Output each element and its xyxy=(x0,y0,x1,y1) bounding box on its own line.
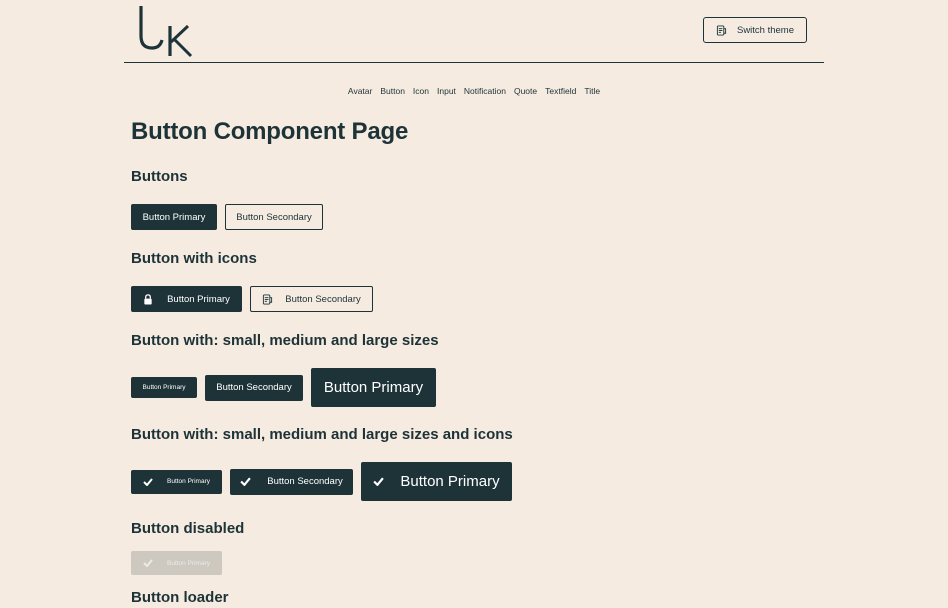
size-icon-buttons-row: Button Primary Button Secondary Button P… xyxy=(131,462,512,501)
button-large[interactable]: Button Primary xyxy=(311,368,436,407)
check-icon xyxy=(143,559,153,567)
switch-theme-label: Switch theme xyxy=(736,24,795,36)
lock-icon xyxy=(143,293,153,305)
page-title: Button Component Page xyxy=(131,118,409,145)
button-small-with-icon[interactable]: Button Primary xyxy=(131,469,222,494)
button-medium-with-icon-label: Button Secondary xyxy=(267,476,343,487)
button-large-with-icon-label: Button Primary xyxy=(400,473,500,490)
check-icon xyxy=(373,477,385,486)
nav-link-notification[interactable]: Notification xyxy=(460,86,510,96)
button-medium-with-icon[interactable]: Button Secondary xyxy=(230,468,353,495)
uk-logo[interactable] xyxy=(138,4,194,58)
button-secondary-with-icon[interactable]: Button Secondary xyxy=(250,286,373,312)
check-icon xyxy=(240,477,251,486)
nav-link-textfield[interactable]: Textfield xyxy=(541,86,580,96)
disabled-buttons-row: Button Primary xyxy=(131,551,222,575)
section-title-loader: Button loader xyxy=(131,589,229,606)
size-buttons-row: Button Primary Button Secondary Button P… xyxy=(131,368,436,407)
nav-link-quote[interactable]: Quote xyxy=(510,86,541,96)
button-small[interactable]: Button Primary xyxy=(131,377,197,398)
buttons-row: Button Primary Button Secondary xyxy=(131,204,323,230)
button-secondary-with-icon-label: Button Secondary xyxy=(285,293,361,305)
nav-link-input[interactable]: Input xyxy=(433,86,460,96)
site-header: Switch theme xyxy=(124,0,824,63)
nav-link-avatar[interactable]: Avatar xyxy=(344,86,376,96)
section-title-sizes-icons: Button with: small, medium and large siz… xyxy=(131,426,513,443)
component-nav: Avatar Button Icon Input Notification Qu… xyxy=(0,86,948,96)
section-title-icons: Button with icons xyxy=(131,250,257,267)
button-small-with-icon-label: Button Primary xyxy=(167,478,210,485)
section-title-sizes: Button with: small, medium and large siz… xyxy=(131,332,439,349)
nav-link-button[interactable]: Button xyxy=(376,86,409,96)
switch-theme-button[interactable]: Switch theme xyxy=(703,17,807,43)
button-disabled: Button Primary xyxy=(131,551,222,575)
nav-link-icon[interactable]: Icon xyxy=(409,86,433,96)
nav-link-title[interactable]: Title xyxy=(580,86,604,96)
section-title-disabled: Button disabled xyxy=(131,520,245,537)
button-primary-with-icon-label: Button Primary xyxy=(167,293,230,305)
button-large-with-icon[interactable]: Button Primary xyxy=(361,462,512,501)
button-secondary[interactable]: Button Secondary xyxy=(225,204,323,230)
theme-icon xyxy=(716,24,727,36)
icon-buttons-row: Button Primary Button Secondary xyxy=(131,286,373,312)
button-medium[interactable]: Button Secondary xyxy=(205,374,303,401)
button-primary-with-icon[interactable]: Button Primary xyxy=(131,286,242,312)
button-disabled-label: Button Primary xyxy=(167,559,210,567)
section-title-buttons: Buttons xyxy=(131,168,188,185)
theme-icon xyxy=(262,293,273,305)
button-primary[interactable]: Button Primary xyxy=(131,204,217,230)
check-icon xyxy=(143,477,153,486)
